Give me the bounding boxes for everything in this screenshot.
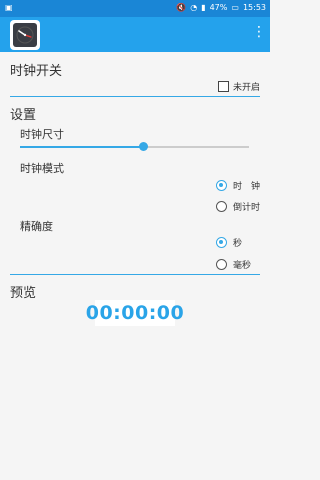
precision-option-milliseconds[interactable]: 毫秒	[216, 258, 251, 271]
clock-mode-label: 时钟模式	[20, 162, 64, 175]
settings-title: 设置	[10, 108, 37, 123]
signal-icon: ▮	[201, 3, 206, 12]
slider-fill	[20, 146, 144, 148]
divider	[10, 274, 260, 275]
mode-option-countdown[interactable]: 倒计时	[216, 200, 260, 213]
radio-button[interactable]	[216, 180, 227, 191]
precision-label: 精确度	[20, 220, 53, 233]
clock-app-icon	[10, 20, 40, 50]
preview-title: 预览	[10, 286, 37, 301]
precision-option-label: 秒	[233, 239, 243, 249]
preview-clock-display: 00:00:00	[85, 300, 185, 326]
mode-option-label: 倒计时	[233, 203, 261, 213]
precision-option-seconds[interactable]: 秒	[216, 236, 242, 249]
wifi-icon: ◔	[190, 3, 198, 12]
app-bar: ⋮	[0, 17, 270, 52]
status-time: 15:53	[242, 3, 266, 12]
clock-switch-title: 时钟开关	[10, 64, 63, 79]
checkbox-box[interactable]	[217, 81, 229, 92]
radio-button[interactable]	[216, 237, 227, 248]
checkbox-label: 未开启	[232, 83, 260, 93]
more-vert-icon[interactable]: ⋮	[252, 24, 266, 40]
status-bar: ▣ 🔇 ◔ ▮ 47% ▭ 15:53	[0, 0, 270, 17]
battery-percent: 47%	[209, 3, 228, 12]
radio-button[interactable]	[216, 259, 227, 270]
battery-icon: ▭	[231, 3, 239, 12]
radio-button[interactable]	[216, 201, 227, 212]
mode-option-label: 时 钟	[233, 182, 261, 192]
divider	[10, 96, 260, 97]
clock-size-slider[interactable]	[20, 142, 249, 151]
clock-enable-checkbox[interactable]: 未开启	[217, 80, 260, 93]
clock-size-label: 时钟尺寸	[20, 128, 64, 141]
precision-option-label: 毫秒	[233, 261, 252, 271]
mode-option-clock[interactable]: 时 钟	[216, 179, 260, 192]
mute-icon: 🔇	[176, 3, 187, 12]
slider-thumb[interactable]	[139, 142, 149, 151]
screenshot-notification-icon: ▣	[5, 3, 13, 12]
status-icons: 🔇 ◔ ▮ 47% ▭ 15:53	[176, 3, 266, 12]
